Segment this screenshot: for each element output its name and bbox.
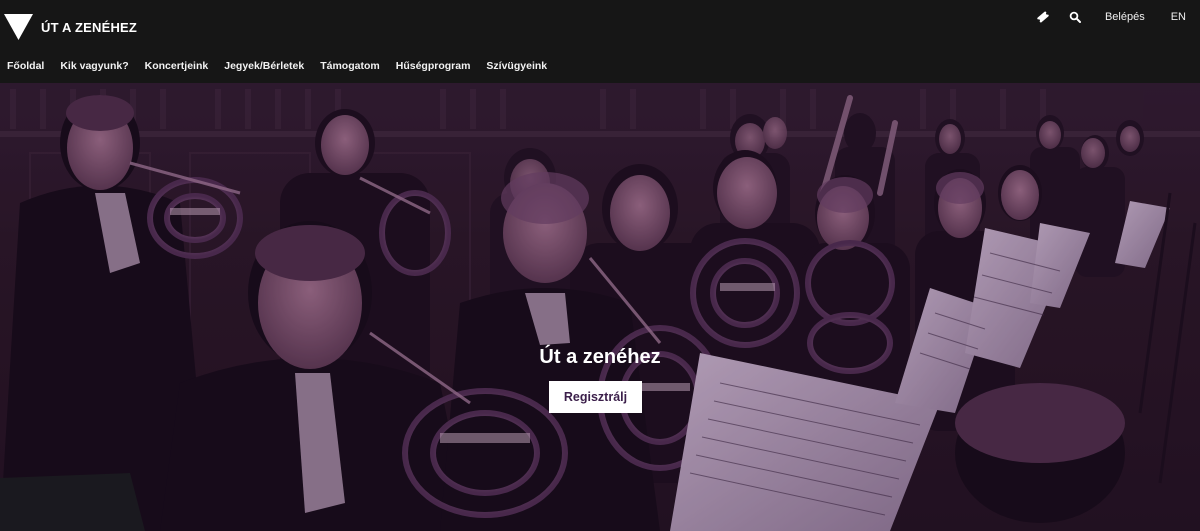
nav-item-fooldal[interactable]: Főoldal: [7, 60, 44, 72]
ticket-icon[interactable]: [1035, 9, 1051, 25]
nav-item-tamogatom[interactable]: Támogatom: [320, 60, 380, 72]
site-logo[interactable]: ÚT A ZENÉHEZ: [4, 14, 137, 40]
nav-item-jegyek-berletek[interactable]: Jegyek/Bérletek: [224, 60, 304, 72]
nav-item-kik-vagyunk[interactable]: Kik vagyunk?: [60, 60, 128, 72]
main-nav: Főoldal Kik vagyunk? Koncertjeink Jegyek…: [0, 59, 556, 73]
language-switch[interactable]: EN: [1171, 11, 1186, 23]
register-button[interactable]: Regisztrálj: [549, 381, 642, 413]
search-icon[interactable]: [1067, 9, 1083, 25]
nav-item-husegprogram[interactable]: Hűségprogram: [396, 60, 471, 72]
hero-section: Út a zenéhez Regisztrálj: [0, 83, 1200, 531]
nav-item-szivugyeink[interactable]: Szívügyeink: [486, 60, 547, 72]
nav-item-koncertjeink[interactable]: Koncertjeink: [145, 60, 209, 72]
hero-title: Út a zenéhez: [539, 346, 661, 368]
triangle-logo-icon: [4, 14, 33, 40]
site-header: ÚT A ZENÉHEZ Belépés EN Főoldal Kik vagy…: [0, 0, 1200, 83]
utility-bar: Belépés EN: [1035, 8, 1186, 26]
brand-name: ÚT A ZENÉHEZ: [41, 19, 138, 35]
hero-purple-overlay: [0, 83, 1200, 531]
login-link[interactable]: Belépés: [1105, 11, 1145, 23]
